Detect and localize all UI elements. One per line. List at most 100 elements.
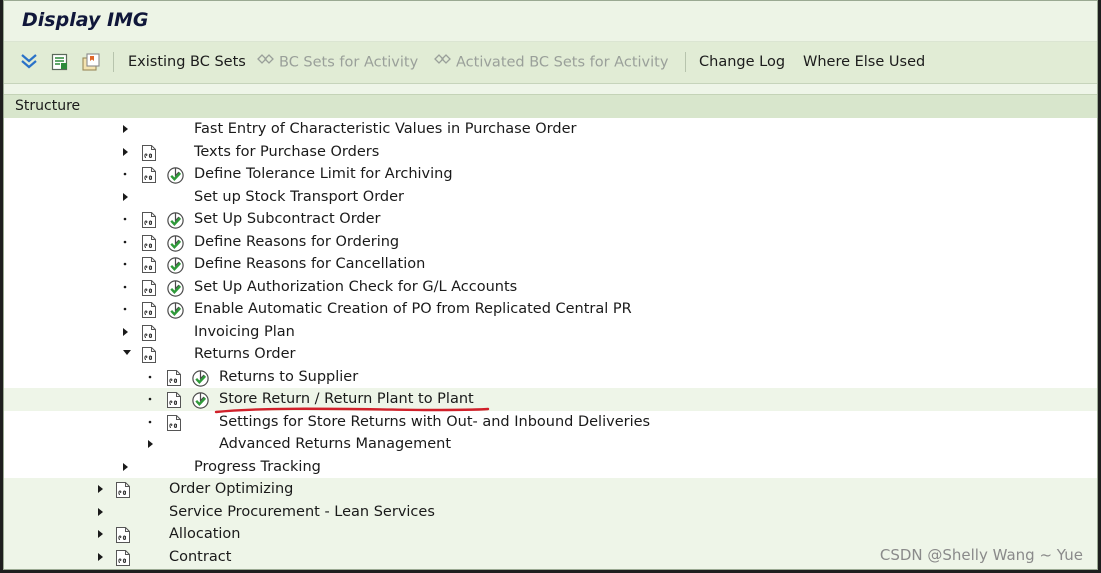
documentation-icon[interactable]: [140, 211, 158, 229]
leaf-bullet-icon: [122, 276, 132, 299]
tree-node[interactable]: Define Tolerance Limit for Archiving: [4, 163, 1097, 186]
tree-node[interactable]: Set up Stock Transport Order: [4, 185, 1097, 209]
change-log-button[interactable]: Change Log: [699, 42, 785, 83]
leaf-bullet-icon: [122, 163, 132, 186]
tree-node[interactable]: Define Reasons for Ordering: [4, 230, 1097, 254]
application-toolbar: Existing BC Sets BC Sets for Activity Ac…: [4, 42, 1097, 84]
leaf-bullet-icon: [122, 253, 132, 276]
tree-node-label: Define Reasons for Ordering: [194, 233, 400, 250]
leaf-bullet-icon: [122, 208, 132, 231]
tree-node[interactable]: Texts for Purchase Orders: [4, 140, 1097, 164]
expand-node-icon[interactable]: [97, 478, 107, 501]
expand-node-icon[interactable]: [97, 501, 107, 524]
change-log-label: Change Log: [699, 54, 786, 70]
tree-node-label: Contract: [169, 548, 232, 565]
leaf-bullet-icon: [122, 231, 132, 254]
expand-node-icon[interactable]: [122, 118, 132, 141]
documentation-icon[interactable]: [114, 526, 132, 544]
documentation-icon[interactable]: [165, 369, 183, 387]
tree-node[interactable]: Returns to Supplier: [4, 365, 1097, 389]
tree-node-label: Service Procurement - Lean Services: [169, 503, 435, 520]
documentation-icon[interactable]: [114, 481, 132, 499]
tree-node-label: Set up Stock Transport Order: [194, 188, 405, 205]
collapse-node-icon[interactable]: [122, 343, 132, 366]
tree-node-label: Advanced Returns Management: [219, 436, 452, 452]
tree-node[interactable]: Returns Order: [4, 343, 1097, 366]
tree-node-label: Texts for Purchase Orders: [194, 143, 380, 160]
tree-node-label: Fast Entry of Characteristic Values in P…: [194, 121, 577, 137]
execute-activity-icon[interactable]: [166, 301, 185, 320]
leaf-bullet-icon: [147, 366, 157, 389]
toolbar-gap: [4, 84, 1097, 94]
tree-node[interactable]: Store Return / Return Plant to Plant: [4, 388, 1097, 411]
tree-node-label: Invoicing Plan: [194, 323, 295, 340]
documentation-icon[interactable]: [165, 414, 183, 432]
toolbar-separator: [685, 52, 686, 72]
tree-node-label: Set Up Subcontract Order: [194, 211, 381, 227]
expand-node-icon[interactable]: [122, 141, 132, 164]
expand-node-icon[interactable]: [122, 321, 132, 344]
activated-bc-sets-label: Activated BC Sets for Activity: [456, 54, 669, 71]
expand-node-icon[interactable]: [97, 523, 107, 546]
existing-bc-sets-label: Existing BC Sets: [128, 54, 246, 70]
tree-node-label: Enable Automatic Creation of PO from Rep…: [194, 301, 632, 317]
tree-node[interactable]: Set Up Subcontract Order: [4, 208, 1097, 231]
documentation-icon[interactable]: [140, 279, 158, 297]
activated-bc-sets-icon: [433, 42, 453, 83]
title-bar: Display IMG: [4, 1, 1097, 42]
bc-sets-icon: [256, 42, 276, 83]
expand-node-icon[interactable]: [122, 186, 132, 209]
bookmark-icon[interactable]: [81, 52, 101, 72]
tree-node[interactable]: Define Reasons for Cancellation: [4, 253, 1097, 276]
documentation-icon[interactable]: [114, 549, 132, 567]
tree-node[interactable]: Service Procurement - Lean Services: [4, 500, 1097, 524]
expand-node-icon[interactable]: [147, 433, 157, 456]
activated-bc-sets-button[interactable]: Activated BC Sets for Activity: [433, 42, 668, 83]
img-window: Display IMG Existing BC Sets BC Sets for…: [3, 0, 1098, 570]
tree-node[interactable]: Fast Entry of Characteristic Values in P…: [4, 118, 1097, 141]
tree-node-label: Define Reasons for Cancellation: [194, 256, 426, 272]
documentation-icon[interactable]: [140, 166, 158, 184]
toolbar-separator: [113, 52, 114, 72]
documentation-icon[interactable]: [140, 144, 158, 162]
tree-node[interactable]: Order Optimizing: [4, 478, 1097, 501]
where-else-used-button[interactable]: Where Else Used: [803, 42, 925, 83]
documentation-icon[interactable]: [140, 324, 158, 342]
tree-node[interactable]: Settings for Store Returns with Out- and…: [4, 410, 1097, 433]
tree-node[interactable]: Invoicing Plan: [4, 320, 1097, 344]
tree-node[interactable]: Enable Automatic Creation of PO from Rep…: [4, 298, 1097, 321]
execute-activity-icon[interactable]: [166, 256, 185, 275]
expand-node-icon[interactable]: [122, 456, 132, 479]
tree-node-label: Set Up Authorization Check for G/L Accou…: [194, 278, 518, 295]
execute-activity-icon[interactable]: [191, 369, 210, 388]
tree-node-label: Order Optimizing: [169, 481, 294, 497]
leaf-bullet-icon: [147, 388, 157, 411]
documentation-icon[interactable]: [140, 346, 158, 364]
structure-header-label: Structure: [15, 98, 81, 114]
expand-all-icon[interactable]: [19, 52, 39, 72]
find-icon[interactable]: [50, 52, 70, 72]
documentation-icon[interactable]: [165, 391, 183, 409]
execute-activity-icon[interactable]: [191, 391, 210, 410]
where-else-used-label: Where Else Used: [803, 54, 926, 70]
execute-activity-icon[interactable]: [166, 211, 185, 230]
execute-activity-icon[interactable]: [166, 279, 185, 298]
tree-node[interactable]: Progress Tracking: [4, 455, 1097, 479]
bc-sets-for-activity-button[interactable]: BC Sets for Activity: [256, 42, 418, 83]
tree-node[interactable]: Advanced Returns Management: [4, 433, 1097, 456]
structure-column-header: Structure: [4, 94, 1097, 119]
tree-node-label: Store Return / Return Plant to Plant: [219, 391, 474, 407]
tree-node[interactable]: Set Up Authorization Check for G/L Accou…: [4, 275, 1097, 299]
existing-bc-sets-button[interactable]: Existing BC Sets: [128, 42, 246, 83]
tree-node-label: Settings for Store Returns with Out- and…: [219, 413, 651, 430]
execute-activity-icon[interactable]: [166, 234, 185, 253]
tree-node[interactable]: Allocation: [4, 523, 1097, 546]
tree-node-label: Progress Tracking: [194, 458, 321, 475]
documentation-icon[interactable]: [140, 301, 158, 319]
documentation-icon[interactable]: [140, 256, 158, 274]
tree-node-label: Returns to Supplier: [219, 368, 359, 385]
tree-node-label: Define Tolerance Limit for Archiving: [194, 166, 453, 182]
documentation-icon[interactable]: [140, 234, 158, 252]
expand-node-icon[interactable]: [97, 546, 107, 569]
execute-activity-icon[interactable]: [166, 166, 185, 185]
